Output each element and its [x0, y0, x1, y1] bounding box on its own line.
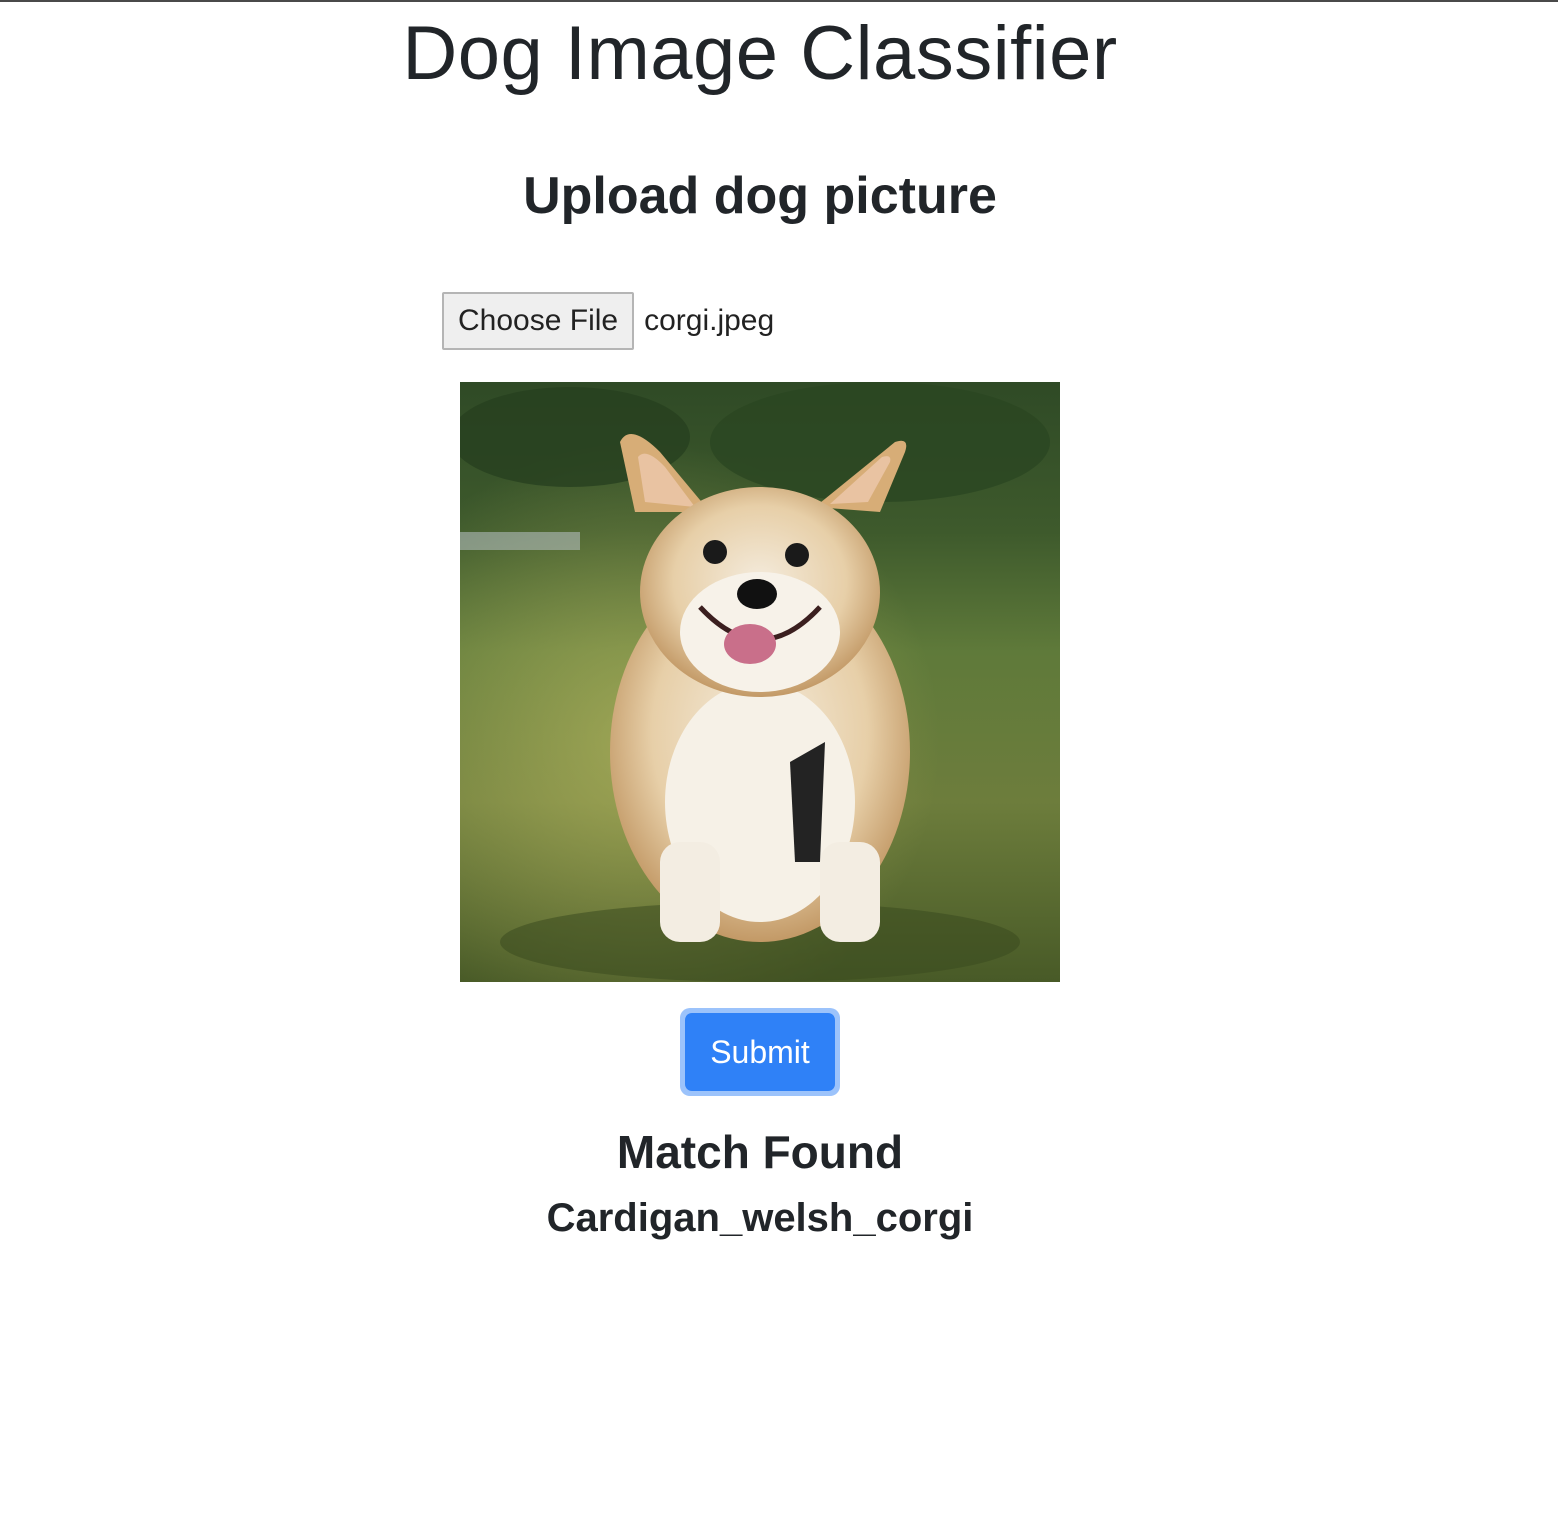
result-title: Match Found — [616, 1126, 904, 1178]
corgi-photo-graphic — [460, 382, 1060, 982]
page-title: Dog Image Classifier — [402, 11, 1118, 96]
file-input[interactable]: Choose File corgi.jpeg — [442, 292, 774, 350]
selected-file-name: corgi.jpeg — [644, 304, 775, 337]
submit-focus-ring: Submit — [680, 1008, 840, 1096]
result-label: Cardigan_welsh_corgi — [546, 1196, 974, 1240]
top-border — [0, 0, 1558, 2]
upload-heading: Upload dog picture — [523, 167, 997, 225]
dog-preview-image — [460, 382, 1060, 982]
choose-file-button[interactable]: Choose File — [442, 292, 635, 350]
submit-button[interactable]: Submit — [685, 1013, 835, 1091]
